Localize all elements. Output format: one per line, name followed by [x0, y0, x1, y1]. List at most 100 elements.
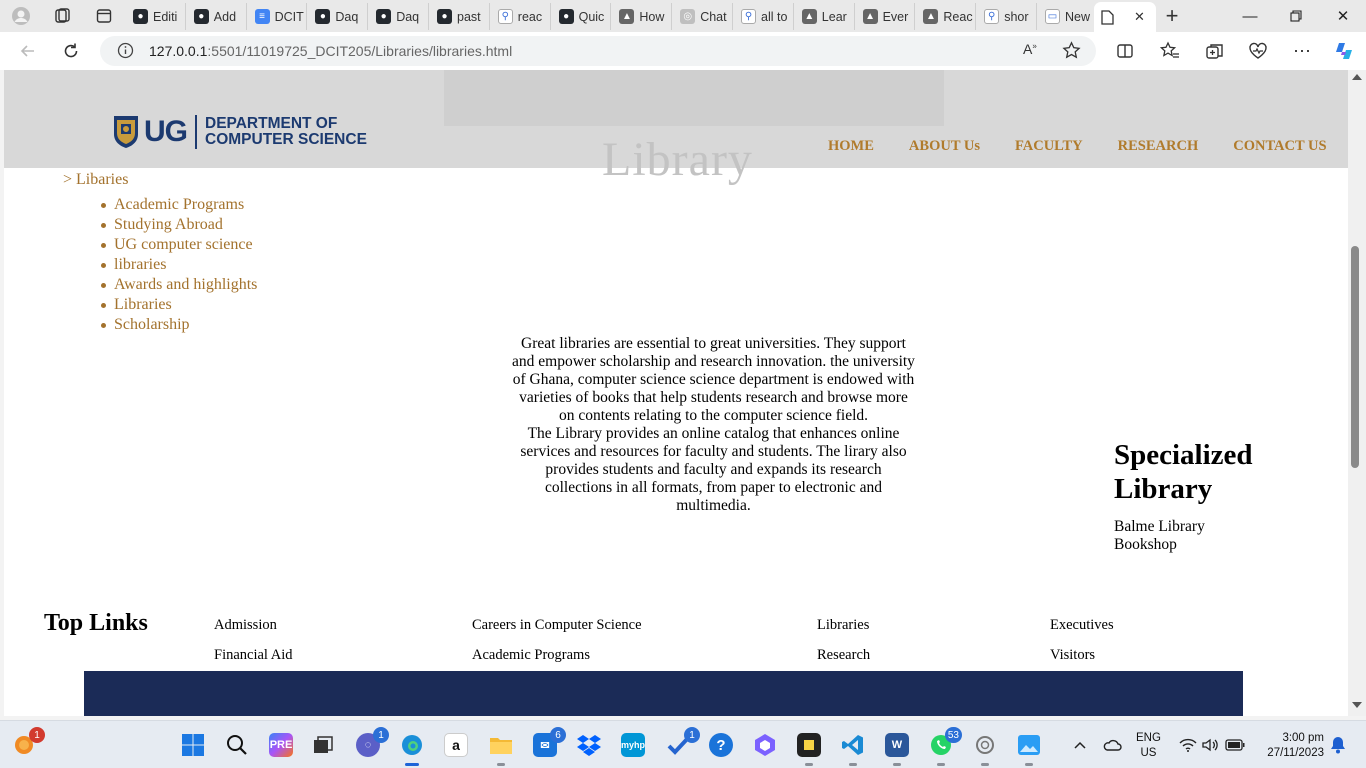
- battery-icon[interactable]: [1225, 735, 1245, 755]
- collections-icon[interactable]: [1199, 37, 1229, 65]
- dropbox-icon[interactable]: [574, 730, 604, 760]
- onedrive-icon[interactable]: [1102, 735, 1122, 755]
- tab-actions-icon[interactable]: [91, 4, 117, 28]
- side-link-libraries[interactable]: Libraries: [100, 295, 257, 315]
- nav-contact[interactable]: CONTACT US: [1233, 138, 1326, 155]
- top-link-libraries[interactable]: Libraries: [817, 617, 869, 634]
- notification-bell-icon[interactable]: [1328, 735, 1348, 755]
- close-window-button[interactable]: ✕: [1320, 0, 1366, 32]
- settings-more-icon[interactable]: ⋯: [1287, 37, 1317, 65]
- weather-widget-icon[interactable]: 1: [9, 727, 45, 760]
- side-link-scholarship[interactable]: Scholarship: [100, 315, 257, 335]
- volume-icon[interactable]: [1201, 735, 1221, 755]
- browser-tab[interactable]: ▲ Ever: [857, 3, 916, 30]
- side-link-ug-computer-science[interactable]: UG computer science: [100, 235, 257, 255]
- browser-tab[interactable]: ● Add: [188, 3, 247, 30]
- new-tab-button[interactable]: +: [1159, 3, 1185, 28]
- top-link-careers[interactable]: Careers in Computer Science: [472, 617, 642, 634]
- browser-tab[interactable]: ● Daq: [370, 3, 429, 30]
- nav-about[interactable]: ABOUT Us: [909, 138, 980, 155]
- scroll-down-icon[interactable]: [1352, 702, 1362, 708]
- browser-tab[interactable]: ● past: [431, 3, 490, 30]
- restore-button[interactable]: [1273, 0, 1319, 32]
- tab-active-new-tab[interactable]: ✕: [1094, 2, 1156, 32]
- specialized-item-bookshop[interactable]: Bookshop: [1114, 536, 1274, 554]
- top-link-visitors[interactable]: Visitors: [1050, 647, 1095, 664]
- browser-tab[interactable]: ≡ DCIT: [249, 3, 308, 30]
- search-icon[interactable]: [222, 730, 252, 760]
- copilot-icon[interactable]: [1329, 37, 1359, 65]
- scroll-up-icon[interactable]: [1352, 74, 1362, 80]
- side-link-awards[interactable]: Awards and highlights: [100, 275, 257, 295]
- address-bar[interactable]: 127.0.0.1:5501/11019725_DCIT205/Librarie…: [100, 36, 1096, 66]
- side-link-studying-abroad[interactable]: Studying Abroad: [100, 215, 257, 235]
- todo-icon[interactable]: 1: [664, 727, 700, 760]
- top-link-academic-programs[interactable]: Academic Programs: [472, 647, 590, 664]
- minimize-button[interactable]: —: [1227, 0, 1273, 32]
- favorites-icon[interactable]: [1155, 37, 1185, 65]
- workspaces-icon[interactable]: [49, 4, 75, 28]
- split-screen-icon[interactable]: [1110, 37, 1140, 65]
- app-icon: ▲: [862, 9, 878, 24]
- browser-tab-label: DCIT: [274, 9, 304, 24]
- top-link-research[interactable]: Research: [817, 647, 870, 664]
- get-help-icon[interactable]: ?: [706, 730, 736, 760]
- browser-essentials-icon[interactable]: [1243, 37, 1273, 65]
- amazon-icon[interactable]: a: [441, 730, 471, 760]
- vscode-icon[interactable]: [838, 730, 868, 766]
- task-view-icon[interactable]: [308, 730, 338, 760]
- browser-tab[interactable]: ⚲ all to: [735, 3, 794, 30]
- back-button[interactable]: [13, 37, 43, 65]
- browser-tab[interactable]: ▭ New: [1039, 3, 1098, 30]
- side-link-academic-programs[interactable]: Academic Programs: [100, 195, 257, 215]
- photos-icon[interactable]: [1014, 730, 1044, 766]
- nav-research[interactable]: RESEARCH: [1118, 138, 1199, 155]
- browser-tab[interactable]: ⚲ shor: [978, 3, 1037, 30]
- github-icon: ●: [558, 9, 574, 24]
- read-aloud-icon[interactable]: A»: [1023, 41, 1037, 57]
- browser-tab[interactable]: ▲ Lear: [796, 3, 855, 30]
- browser-tab[interactable]: ● Quic: [553, 3, 612, 30]
- nav-faculty[interactable]: FACULTY: [1015, 138, 1083, 155]
- browser-tab[interactable]: ▲ How: [613, 3, 673, 30]
- edge-taskbar-icon[interactable]: [397, 730, 427, 766]
- chatgpt-icon[interactable]: [970, 730, 1000, 766]
- browser-tab-label: Add: [213, 9, 237, 24]
- breadcrumb[interactable]: > Libaries: [63, 171, 128, 189]
- scroll-thumb[interactable]: [1351, 246, 1359, 468]
- ug-logo[interactable]: UG DEPARTMENT OF COMPUTER SCIENCE: [112, 114, 367, 150]
- word-icon[interactable]: W: [882, 730, 912, 766]
- app-hexagon-icon[interactable]: [750, 730, 780, 760]
- browser-tab[interactable]: ⚲ reac: [492, 3, 551, 30]
- myhp-icon[interactable]: myhp: [618, 730, 648, 760]
- browser-tab[interactable]: ● Daq: [309, 3, 369, 30]
- browser-tab[interactable]: ◎ Chat: [674, 3, 733, 30]
- mail-badge: 6: [550, 727, 566, 743]
- top-link-financial-aid[interactable]: Financial Aid: [214, 647, 293, 664]
- mail-icon[interactable]: ✉ 6: [530, 727, 566, 760]
- clock[interactable]: 3:00 pm 27/11/2023: [1256, 731, 1324, 761]
- file-explorer-icon[interactable]: [486, 730, 516, 766]
- refresh-button[interactable]: [56, 37, 86, 65]
- start-button[interactable]: [178, 730, 208, 760]
- tab-close-icon[interactable]: ✕: [1134, 9, 1145, 25]
- browser-tab[interactable]: ● Editi: [127, 3, 186, 30]
- side-link-libraries-lower[interactable]: libraries: [100, 255, 257, 275]
- sticky-notes-icon[interactable]: [794, 730, 824, 766]
- specialized-item-balme[interactable]: Balme Library: [1114, 518, 1274, 536]
- top-link-admission[interactable]: Admission: [214, 617, 277, 634]
- site-info-icon[interactable]: [117, 42, 134, 62]
- language-indicator[interactable]: ENG US: [1136, 731, 1161, 761]
- browser-tab[interactable]: ▲ Reac: [917, 3, 977, 30]
- teams-chat-icon[interactable]: ◌ 1: [353, 727, 389, 760]
- page-scrollbar[interactable]: [1348, 70, 1366, 716]
- nav-home[interactable]: HOME: [828, 138, 874, 155]
- wifi-icon[interactable]: [1178, 735, 1198, 755]
- favorite-star-icon[interactable]: [1062, 41, 1081, 63]
- whatsapp-icon[interactable]: 53: [926, 727, 962, 766]
- show-hidden-icons[interactable]: [1070, 735, 1090, 755]
- top-link-executives[interactable]: Executives: [1050, 617, 1114, 634]
- copilot-preview-icon[interactable]: PRE: [266, 730, 296, 760]
- profile-icon[interactable]: [8, 4, 34, 28]
- clock-time: 3:00 pm: [1282, 732, 1324, 744]
